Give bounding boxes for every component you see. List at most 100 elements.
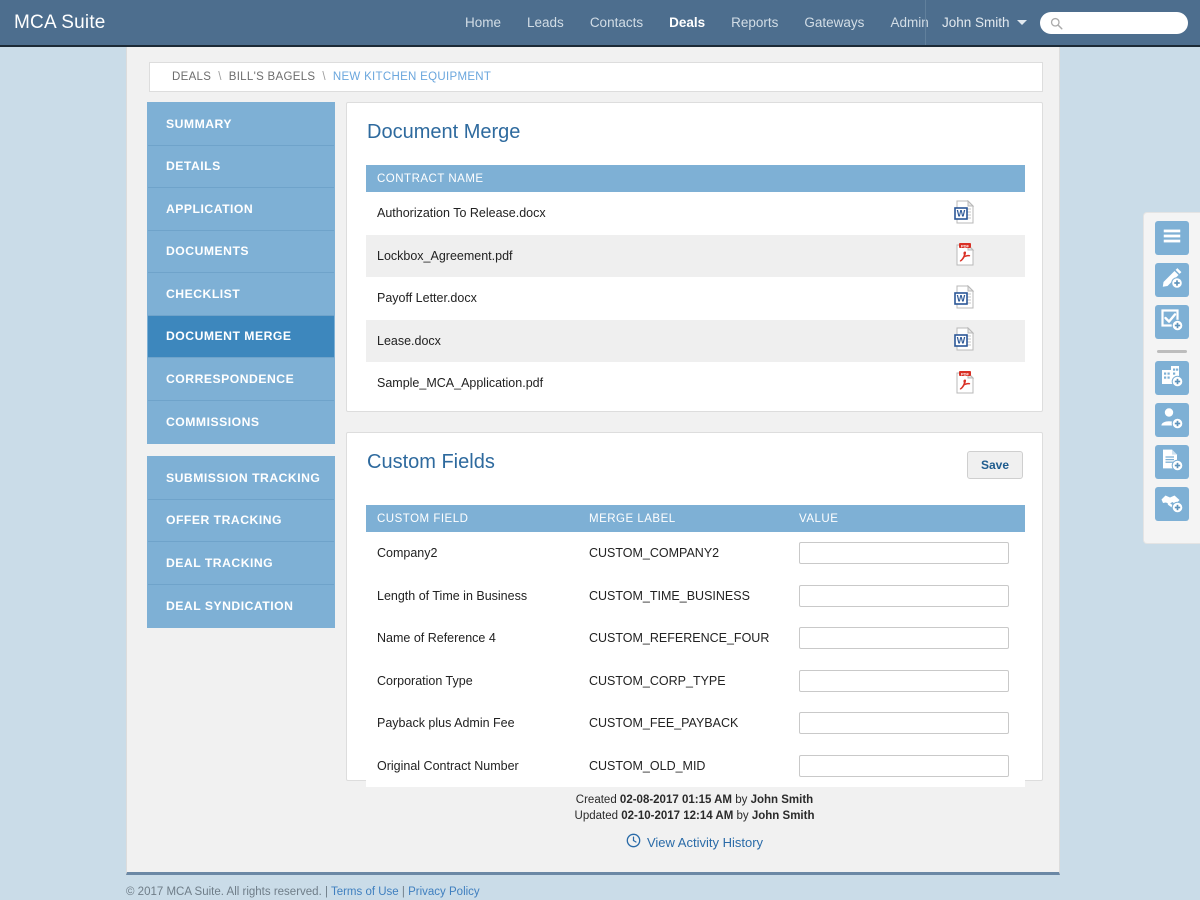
custom-field-value-input[interactable] xyxy=(799,669,1009,692)
custom-field-name-cell: Name of Reference 4 xyxy=(366,617,578,660)
word-doc-icon[interactable]: W xyxy=(954,284,976,312)
custom-fields-table: CUSTOM FIELD MERGE LABEL VALUE Company2 C… xyxy=(366,505,1025,787)
merge-label-cell: CUSTOM_FEE_PAYBACK xyxy=(578,702,788,745)
quickbar-button-add-task[interactable] xyxy=(1155,305,1189,339)
sidebar-item-documents[interactable]: DOCUMENTS xyxy=(148,230,334,273)
clock-icon xyxy=(626,833,641,852)
table-row: Original Contract Number CUSTOM_OLD_MID xyxy=(366,744,1025,787)
merge-label-cell: CUSTOM_OLD_MID xyxy=(578,744,788,787)
quickbar-button-add-note[interactable] xyxy=(1155,263,1189,297)
user-menu-label: John Smith xyxy=(942,15,1010,30)
quickbar-button-add-company[interactable] xyxy=(1155,361,1189,395)
breadcrumb-item-2[interactable]: NEW KITCHEN EQUIPMENT xyxy=(333,71,491,83)
contract-name-cell: Lockbox_Agreement.pdf xyxy=(366,234,905,277)
custom-field-name-cell: Payback plus Admin Fee xyxy=(366,702,578,745)
custom-field-value-input[interactable] xyxy=(799,754,1009,777)
sidebar-item-deal-tracking[interactable]: DEAL TRACKING xyxy=(148,542,334,585)
word-doc-icon[interactable]: W xyxy=(954,199,976,227)
table-row[interactable]: Lease.docx W xyxy=(366,319,1025,362)
footer-copyright: © 2017 MCA Suite. All rights reserved. |… xyxy=(126,886,1060,898)
custom-field-value-input[interactable] xyxy=(799,584,1009,607)
pdf-doc-icon[interactable]: PDF xyxy=(954,242,976,269)
breadcrumb-item-1[interactable]: BILL'S BAGELS xyxy=(229,71,316,83)
breadcrumb-item-0[interactable]: DEALS xyxy=(172,71,211,83)
nav-item-admin[interactable]: Admin xyxy=(890,15,928,30)
table-row[interactable]: Payoff Letter.docx W xyxy=(366,277,1025,320)
custom-field-value-input[interactable] xyxy=(799,627,1009,650)
user-menu[interactable]: John Smith xyxy=(925,0,1027,45)
sidebar-item-correspondence[interactable]: CORRESPONDENCE xyxy=(148,358,334,401)
sidebar-item-checklist[interactable]: CHECKLIST xyxy=(148,273,334,316)
add-document-icon xyxy=(1160,448,1184,477)
column-header-merge-label: MERGE LABEL xyxy=(578,505,788,532)
nav-item-gateways[interactable]: Gateways xyxy=(804,15,864,30)
custom-fields-title: Custom Fields xyxy=(367,451,495,473)
quickbar-button-add-contact[interactable] xyxy=(1155,403,1189,437)
sidebar-item-commissions[interactable]: COMMISSIONS xyxy=(148,400,334,443)
document-icon-cell: W xyxy=(905,319,1025,362)
column-header-value: VALUE xyxy=(788,505,1025,532)
search-icon xyxy=(1050,17,1063,30)
view-activity-history-link[interactable]: View Activity History xyxy=(626,833,763,852)
quickbar-button-menu-list[interactable] xyxy=(1155,221,1189,255)
created-by-word: by xyxy=(735,794,748,806)
table-row[interactable]: Lockbox_Agreement.pdf PDF xyxy=(366,234,1025,277)
quickbar-button-add-document[interactable] xyxy=(1155,445,1189,479)
column-header-custom-field: CUSTOM FIELD xyxy=(366,505,578,532)
quick-add-toolbar xyxy=(1143,212,1200,544)
top-navigation-bar: MCA Suite Home Leads Contacts Deals Reports G… xyxy=(0,0,1200,47)
nav-item-reports[interactable]: Reports xyxy=(731,15,778,30)
nav-item-contacts[interactable]: Contacts xyxy=(590,15,643,30)
save-button[interactable]: Save xyxy=(966,451,1023,479)
sidebar-item-summary[interactable]: SUMMARY xyxy=(148,103,334,146)
document-icon-cell: W xyxy=(905,277,1025,320)
pdf-doc-icon[interactable]: PDF xyxy=(954,370,976,397)
word-doc-icon[interactable]: W xyxy=(954,327,976,354)
table-row[interactable]: Sample_MCA_Application.pdf PDF xyxy=(366,362,1025,405)
table-header-row: CONTRACT NAME xyxy=(366,165,1025,192)
merge-label-cell: CUSTOM_CORP_TYPE xyxy=(578,659,788,702)
privacy-policy-link[interactable]: Privacy Policy xyxy=(408,886,480,898)
record-updated-line: Updated 02-10-2017 12:14 AM by John Smit… xyxy=(346,808,1043,824)
sidebar-item-document-merge[interactable]: DOCUMENT MERGE xyxy=(148,315,334,358)
column-header-contract-name: CONTRACT NAME xyxy=(366,165,905,192)
add-task-icon xyxy=(1160,308,1184,337)
custom-field-name-cell: Original Contract Number xyxy=(366,744,578,787)
table-header-row: CUSTOM FIELD MERGE LABEL VALUE xyxy=(366,505,1025,532)
page-content-shell: DEALS \ BILL'S BAGELS \ NEW KITCHEN EQUIPMEN… xyxy=(126,47,1060,875)
table-row[interactable]: Authorization To Release.docx W xyxy=(366,192,1025,235)
table-row: Name of Reference 4 CUSTOM_REFERENCE_FOUR xyxy=(366,617,1025,660)
nav-item-deals[interactable]: Deals xyxy=(669,15,705,30)
created-prefix: Created xyxy=(575,794,617,806)
main-nav-links: Home Leads Contacts Deals Reports Gateways Adm… xyxy=(465,0,929,45)
sidebar-item-details[interactable]: DETAILS xyxy=(148,145,334,188)
terms-of-use-link[interactable]: Terms of Use xyxy=(331,886,399,898)
table-row: Length of Time in Business CUSTOM_TIME_BU… xyxy=(366,574,1025,617)
sidebar-item-submission-tracking[interactable]: SUBMISSION TRACKING xyxy=(148,457,334,500)
app-brand-logo[interactable]: MCA Suite xyxy=(14,12,106,34)
created-by-user: John Smith xyxy=(750,794,814,806)
quickbar-button-add-deal[interactable] xyxy=(1155,487,1189,521)
document-merge-title: Document Merge xyxy=(367,121,521,143)
custom-field-value-input[interactable] xyxy=(799,542,1009,565)
view-activity-history-label: View Activity History xyxy=(646,834,764,850)
global-search-box[interactable] xyxy=(1040,12,1188,34)
breadcrumb-separator: \ xyxy=(218,71,222,83)
merge-label-cell: CUSTOM_COMPANY2 xyxy=(578,532,788,575)
svg-text:PDF: PDF xyxy=(961,244,970,249)
nav-item-home[interactable]: Home xyxy=(465,15,501,30)
add-contact-icon xyxy=(1160,406,1184,435)
value-cell xyxy=(788,744,1025,787)
sidebar-group-0: SUMMARY DETAILS APPLICATION DOCUMENTS CHECKL… xyxy=(147,102,335,444)
value-cell xyxy=(788,532,1025,575)
sidebar-item-application[interactable]: APPLICATION xyxy=(148,188,334,231)
updated-by-word: by xyxy=(736,810,749,822)
add-note-icon xyxy=(1160,266,1184,295)
updated-by-user: John Smith xyxy=(751,810,815,822)
add-deal-icon xyxy=(1160,490,1184,519)
nav-item-leads[interactable]: Leads xyxy=(527,15,564,30)
global-search-input[interactable] xyxy=(1068,16,1178,30)
sidebar-item-offer-tracking[interactable]: OFFER TRACKING xyxy=(148,499,334,542)
sidebar-item-deal-syndication[interactable]: DEAL SYNDICATION xyxy=(148,584,334,627)
custom-field-value-input[interactable] xyxy=(799,712,1009,735)
